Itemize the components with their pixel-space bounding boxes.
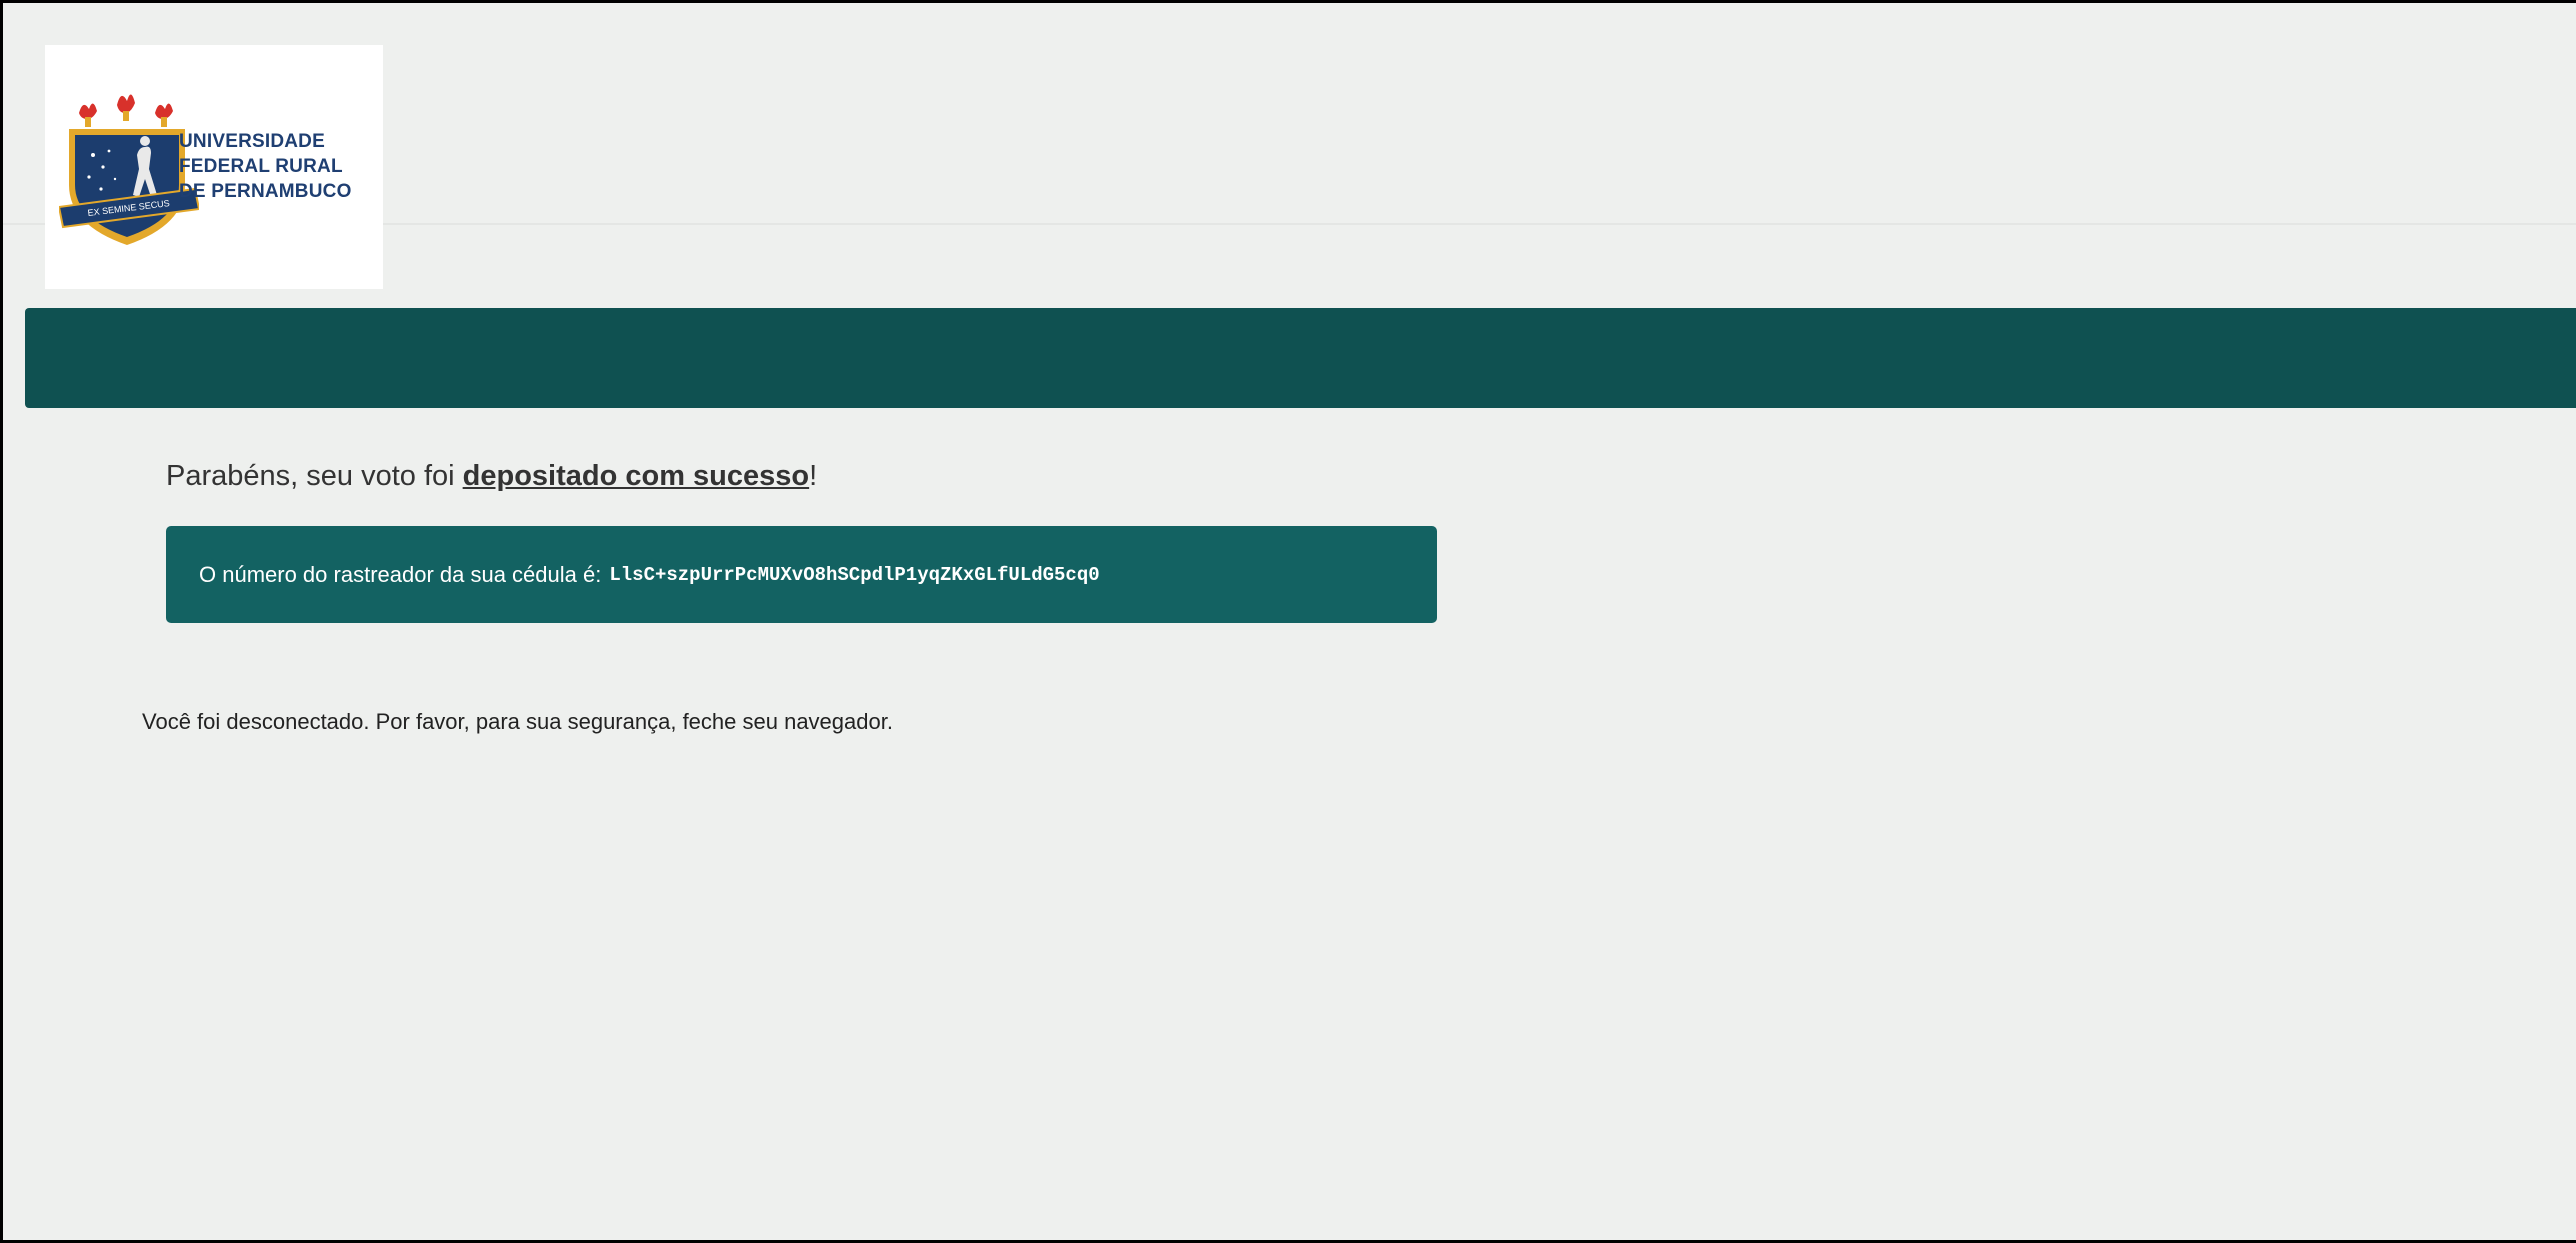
vote-success-message: Parabéns, seu voto foi depositado com su…	[166, 460, 817, 493]
success-suffix: !	[809, 460, 818, 492]
university-crest-icon: EX SEMINE SECUS	[59, 94, 199, 245]
university-name-line: DE PERNAMBUCO	[179, 181, 352, 202]
university-name-line: FEDERAL RURAL	[179, 156, 343, 177]
navigation-bar	[25, 308, 2576, 408]
university-name: UNIVERSIDADE FEDERAL RURAL DE PERNAMBUCO	[179, 129, 352, 204]
torch-icon	[117, 94, 135, 121]
page-frame: EX SEMINE SECUS UNIVERSIDADE FEDERAL RUR…	[0, 0, 2576, 1243]
tracker-code: LlsC+szpUrrPcMUXvO8hSCpdlP1yqZKxGLfULdG5…	[609, 563, 1100, 586]
university-name-line: UNIVERSIDADE	[179, 131, 325, 152]
torch-icon	[155, 103, 173, 127]
success-emphasis: depositado com sucesso	[462, 460, 810, 492]
ballot-tracker-alert: O número do rastreador da sua cédula é: …	[166, 526, 1437, 623]
success-prefix: Parabéns, seu voto foi	[166, 460, 463, 492]
logout-message: Você foi desconectado. Por favor, para s…	[142, 709, 893, 734]
tracker-label: O número do rastreador da sua cédula é:	[199, 561, 602, 587]
university-logo[interactable]: EX SEMINE SECUS UNIVERSIDADE FEDERAL RUR…	[45, 45, 383, 289]
site-header: EX SEMINE SECUS UNIVERSIDADE FEDERAL RUR…	[3, 3, 2576, 305]
torch-icon	[79, 103, 97, 127]
header-divider	[3, 223, 2576, 225]
